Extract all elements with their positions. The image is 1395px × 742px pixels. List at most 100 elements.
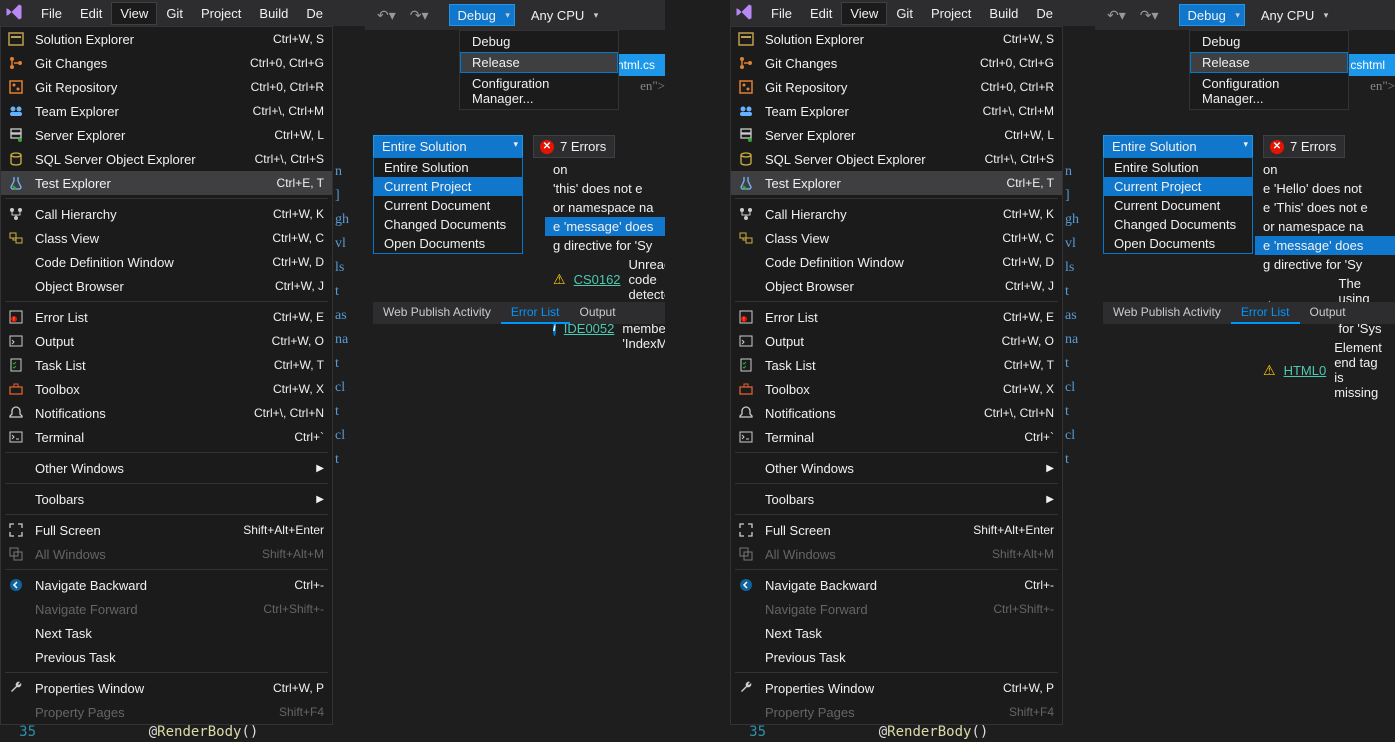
menu-build[interactable]: Build — [980, 2, 1027, 25]
error-row[interactable]: e 'message' does — [545, 217, 665, 236]
menu-git[interactable]: Git — [157, 2, 192, 25]
scope-option-changed-documents[interactable]: Changed Documents — [374, 215, 522, 234]
view-item-class-view[interactable]: Class ViewCtrl+W, C — [731, 226, 1062, 250]
scope-option-entire-solution[interactable]: Entire Solution — [374, 158, 522, 177]
view-item-test-explorer[interactable]: Test ExplorerCtrl+E, T — [731, 171, 1062, 195]
undo-icon[interactable]: ↶▾ — [1101, 5, 1132, 26]
menu-de[interactable]: De — [297, 2, 332, 25]
view-item-test-explorer[interactable]: Test ExplorerCtrl+E, T — [1, 171, 332, 195]
error-row[interactable]: e 'message' does — [1255, 236, 1395, 255]
config-option-release[interactable]: Release — [460, 52, 618, 73]
view-item-class-view[interactable]: Class ViewCtrl+W, C — [1, 226, 332, 250]
view-item-toolbox[interactable]: ToolboxCtrl+W, X — [731, 377, 1062, 401]
error-row[interactable]: e 'This' does not e — [1255, 198, 1395, 217]
view-item-navigate-backward[interactable]: Navigate BackwardCtrl+- — [731, 573, 1062, 597]
scope-option-open-documents[interactable]: Open Documents — [374, 234, 522, 253]
error-row[interactable]: g directive for 'Sy — [545, 236, 665, 255]
view-item-next-task[interactable]: Next Task — [1, 621, 332, 645]
menu-project[interactable]: Project — [922, 2, 980, 25]
config-combo[interactable]: Debug — [449, 4, 515, 26]
view-item-solution-explorer[interactable]: Solution ExplorerCtrl+W, S — [731, 27, 1062, 51]
menu-edit[interactable]: Edit — [71, 2, 111, 25]
view-item-error-list[interactable]: Error ListCtrl+W, E — [731, 305, 1062, 329]
view-item-notifications[interactable]: NotificationsCtrl+\, Ctrl+N — [731, 401, 1062, 425]
view-item-output[interactable]: OutputCtrl+W, O — [1, 329, 332, 353]
config-option-configuration-manager-[interactable]: Configuration Manager... — [460, 73, 618, 109]
scope-option-current-project[interactable]: Current Project — [1104, 177, 1252, 196]
view-item-server-explorer[interactable]: Server ExplorerCtrl+W, L — [731, 123, 1062, 147]
view-item-error-list[interactable]: Error ListCtrl+W, E — [1, 305, 332, 329]
scope-option-changed-documents[interactable]: Changed Documents — [1104, 215, 1252, 234]
view-item-toolbox[interactable]: ToolboxCtrl+W, X — [1, 377, 332, 401]
redo-icon[interactable]: ↷▾ — [404, 5, 435, 26]
view-item-git-changes[interactable]: Git ChangesCtrl+0, Ctrl+G — [1, 51, 332, 75]
view-item-notifications[interactable]: NotificationsCtrl+\, Ctrl+N — [1, 401, 332, 425]
panel-tab-web-publish-activity[interactable]: Web Publish Activity — [373, 302, 501, 324]
menu-view[interactable]: View — [111, 2, 157, 25]
view-item-properties-window[interactable]: Properties WindowCtrl+W, P — [1, 676, 332, 700]
menu-project[interactable]: Project — [192, 2, 250, 25]
scope-option-open-documents[interactable]: Open Documents — [1104, 234, 1252, 253]
view-item-object-browser[interactable]: Object BrowserCtrl+W, J — [731, 274, 1062, 298]
scope-combo[interactable]: Entire Solution — [373, 135, 523, 158]
error-row[interactable]: g directive for 'Sy — [1255, 255, 1395, 274]
scope-combo[interactable]: Entire Solution — [1103, 135, 1253, 158]
view-item-navigate-backward[interactable]: Navigate BackwardCtrl+- — [1, 573, 332, 597]
config-option-release[interactable]: Release — [1190, 52, 1348, 73]
menu-build[interactable]: Build — [250, 2, 297, 25]
view-item-call-hierarchy[interactable]: Call HierarchyCtrl+W, K — [731, 202, 1062, 226]
view-item-terminal[interactable]: TerminalCtrl+` — [1, 425, 332, 449]
error-row[interactable]: ⚠CS0162Unreachable code detecte — [545, 255, 665, 304]
redo-icon[interactable]: ↷▾ — [1134, 5, 1165, 26]
error-row[interactable]: or namespace na — [545, 198, 665, 217]
view-item-toolbars[interactable]: Toolbars▶ — [731, 487, 1062, 511]
menu-edit[interactable]: Edit — [801, 2, 841, 25]
view-item-team-explorer[interactable]: Team ExplorerCtrl+\, Ctrl+M — [731, 99, 1062, 123]
platform-combo[interactable]: Any CPU — [523, 4, 602, 26]
error-row[interactable]: or namespace na — [1255, 217, 1395, 236]
view-item-git-repository[interactable]: Git RepositoryCtrl+0, Ctrl+R — [731, 75, 1062, 99]
view-item-sql-server-object-explorer[interactable]: SQL Server Object ExplorerCtrl+\, Ctrl+S — [1, 147, 332, 171]
menu-file[interactable]: File — [762, 2, 801, 25]
view-item-other-windows[interactable]: Other Windows▶ — [731, 456, 1062, 480]
view-item-toolbars[interactable]: Toolbars▶ — [1, 487, 332, 511]
panel-tab-error-list[interactable]: Error List — [1231, 302, 1300, 324]
scope-option-current-document[interactable]: Current Document — [374, 196, 522, 215]
config-option-debug[interactable]: Debug — [460, 31, 618, 52]
errors-button[interactable]: ✕7 Errors — [533, 135, 615, 158]
view-item-full-screen[interactable]: Full ScreenShift+Alt+Enter — [1, 518, 332, 542]
view-item-solution-explorer[interactable]: Solution ExplorerCtrl+W, S — [1, 27, 332, 51]
platform-combo[interactable]: Any CPU — [1253, 4, 1332, 26]
view-item-team-explorer[interactable]: Team ExplorerCtrl+\, Ctrl+M — [1, 99, 332, 123]
view-item-code-definition-window[interactable]: Code Definition WindowCtrl+W, D — [1, 250, 332, 274]
view-item-previous-task[interactable]: Previous Task — [1, 645, 332, 669]
error-row[interactable]: 'this' does not e — [545, 179, 665, 198]
view-item-task-list[interactable]: Task ListCtrl+W, T — [731, 353, 1062, 377]
panel-tab-output[interactable]: Output — [570, 302, 626, 324]
config-combo[interactable]: Debug — [1179, 4, 1245, 26]
error-row[interactable]: on — [545, 160, 665, 179]
view-item-git-changes[interactable]: Git ChangesCtrl+0, Ctrl+G — [731, 51, 1062, 75]
view-item-code-definition-window[interactable]: Code Definition WindowCtrl+W, D — [731, 250, 1062, 274]
view-item-object-browser[interactable]: Object BrowserCtrl+W, J — [1, 274, 332, 298]
undo-icon[interactable]: ↶▾ — [371, 5, 402, 26]
view-item-previous-task[interactable]: Previous Task — [731, 645, 1062, 669]
scope-option-current-document[interactable]: Current Document — [1104, 196, 1252, 215]
scope-option-current-project[interactable]: Current Project — [374, 177, 522, 196]
config-option-configuration-manager-[interactable]: Configuration Manager... — [1190, 73, 1348, 109]
view-item-next-task[interactable]: Next Task — [731, 621, 1062, 645]
config-option-debug[interactable]: Debug — [1190, 31, 1348, 52]
view-item-call-hierarchy[interactable]: Call HierarchyCtrl+W, K — [1, 202, 332, 226]
menu-git[interactable]: Git — [887, 2, 922, 25]
view-item-task-list[interactable]: Task ListCtrl+W, T — [1, 353, 332, 377]
view-item-terminal[interactable]: TerminalCtrl+` — [731, 425, 1062, 449]
view-item-output[interactable]: OutputCtrl+W, O — [731, 329, 1062, 353]
view-item-properties-window[interactable]: Properties WindowCtrl+W, P — [731, 676, 1062, 700]
menu-view[interactable]: View — [841, 2, 887, 25]
errors-button[interactable]: ✕7 Errors — [1263, 135, 1345, 158]
error-row[interactable]: e 'Hello' does not — [1255, 179, 1395, 198]
menu-file[interactable]: File — [32, 2, 71, 25]
panel-tab-error-list[interactable]: Error List — [501, 302, 570, 324]
view-item-sql-server-object-explorer[interactable]: SQL Server Object ExplorerCtrl+\, Ctrl+S — [731, 147, 1062, 171]
view-item-other-windows[interactable]: Other Windows▶ — [1, 456, 332, 480]
